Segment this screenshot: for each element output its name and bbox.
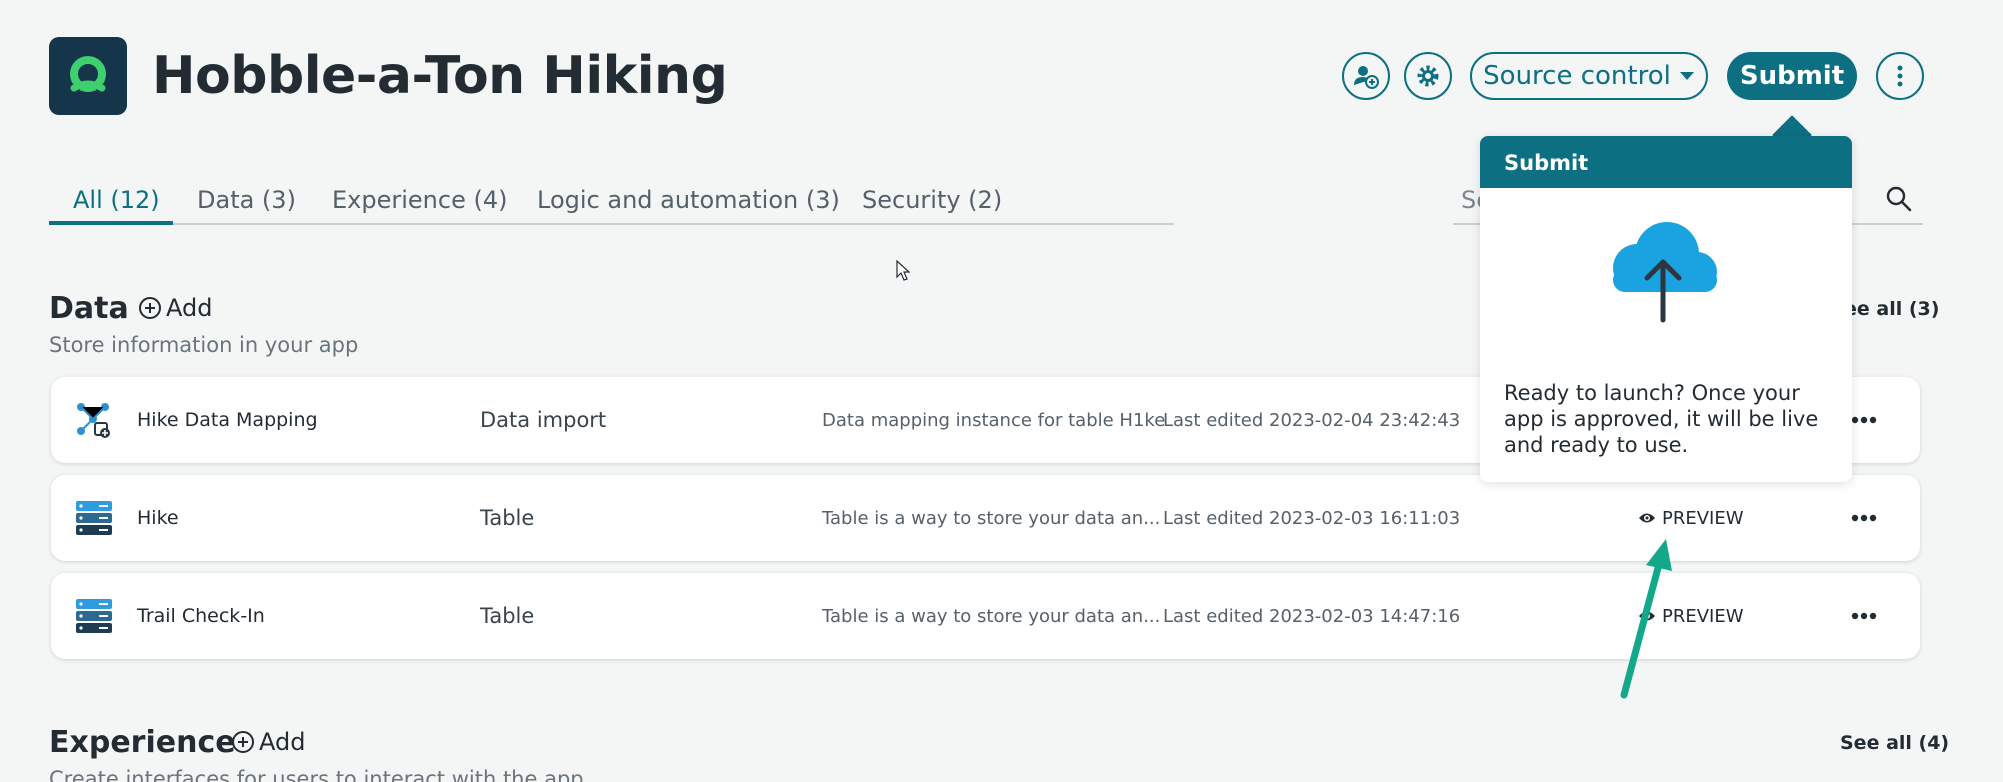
row-icon [75,377,113,463]
tab-logic-and-automation[interactable]: Logic and automation (3) [537,186,840,214]
row-type: Table [480,604,535,628]
row-type: Data import [480,408,607,432]
caret-down-icon [1679,72,1694,80]
submit-button[interactable]: Submit [1727,52,1857,100]
row-description: Data mapping instance for table H1ke [822,409,1166,431]
eye-icon [1639,513,1655,523]
tab-experience[interactable]: Experience (4) [332,186,507,214]
row-icon [75,573,113,659]
settings-button[interactable] [1404,52,1452,100]
row-icon [75,475,113,561]
horizontal-dots-icon [1851,514,1877,522]
row-description: Table is a way to store your data an... [822,605,1161,627]
data-section-subtitle: Store information in your app [49,333,359,357]
data-add-button[interactable]: Add [138,294,212,322]
row-last-edited: Last edited 2023-02-03 16:11:03 [1163,507,1461,529]
cloud-upload-icon [1613,222,1717,323]
popover-body: Ready to launch? Once your app is approv… [1504,381,1819,457]
data-see-all-link[interactable]: ee all (3) [1844,298,1939,320]
row-more-button[interactable] [1851,573,1877,659]
add-user-button[interactable] [1342,52,1390,100]
table-icon [76,599,112,633]
data-add-label: Add [166,294,213,322]
row-last-edited: Last edited 2023-02-03 14:47:16 [1163,605,1461,627]
app-logo-icon [70,56,106,94]
submit-popover: Submit Ready to launch? Once your app is… [1480,136,1852,482]
more-options-button[interactable] [1876,52,1924,100]
app-title: Hobble-a-Ton Hiking [152,46,728,106]
table-icon [76,501,112,535]
data-mapping-icon [77,403,110,438]
data-section-title: Data [49,291,129,326]
experience-section-title: Experience [49,725,236,760]
tab-security[interactable]: Security (2) [862,186,1002,214]
row-more-button[interactable] [1851,475,1877,561]
row-name[interactable]: Hike [137,475,179,561]
row-more-button[interactable] [1851,377,1877,463]
vertical-dots-icon [1897,65,1903,87]
plus-circle-icon [232,731,254,753]
experience-section-subtitle: Create interfaces for users to interact … [49,767,584,782]
row-name[interactable]: Trail Check-In [137,573,265,659]
plus-circle-icon [139,297,161,319]
tab-bar: All (12) Data (3) Experience (4) Logic a… [49,180,1174,225]
popover-title: Submit [1480,136,1852,188]
add-user-icon [1354,66,1379,89]
experience-see-all-link[interactable]: See all (4) [1840,732,1949,754]
row-name[interactable]: Hike Data Mapping [137,377,318,463]
source-control-label: Source control [1483,61,1671,91]
annotation-arrow-icon [1620,539,1672,699]
experience-add-button[interactable]: Add [231,728,305,756]
row-type: Table [480,506,535,530]
horizontal-dots-icon [1851,612,1877,620]
app-logo [49,37,127,115]
active-tab-indicator [49,221,173,225]
horizontal-dots-icon [1851,416,1877,424]
source-control-button[interactable]: Source control [1470,52,1708,100]
tab-all[interactable]: All (12) [73,186,160,214]
row-description: Table is a way to store your data an... [822,507,1161,529]
mouse-cursor-icon [896,260,910,281]
row-last-edited: Last edited 2023-02-04 23:42:43 [1163,409,1461,431]
gear-icon [1417,65,1439,87]
experience-add-label: Add [259,728,306,756]
tab-data[interactable]: Data (3) [197,186,296,214]
search-icon[interactable] [1886,186,1912,212]
